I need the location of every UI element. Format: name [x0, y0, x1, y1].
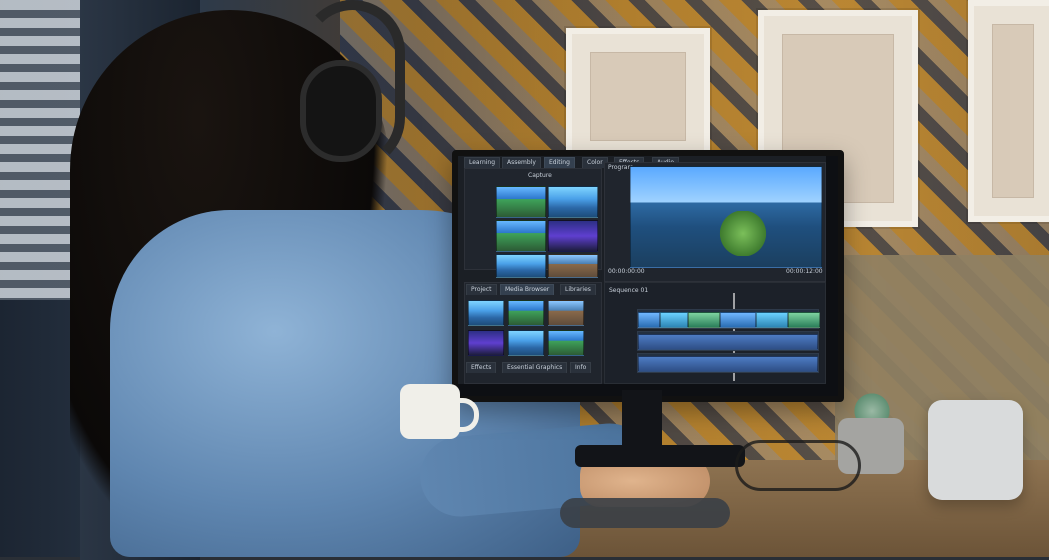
audio-track-2: [637, 353, 819, 373]
wall-frame-3: [968, 0, 1049, 222]
browser-tab-project[interactable]: Project: [466, 284, 497, 295]
browser-tab-libraries[interactable]: Libraries: [560, 284, 596, 295]
headphones-earcup: [300, 60, 382, 162]
wall-frame-1: [566, 28, 710, 165]
browser-thumbnail[interactable]: [508, 330, 544, 356]
timeline-clip[interactable]: [720, 312, 756, 328]
timeline-clip[interactable]: [756, 312, 788, 328]
window-blinds: [0, 0, 80, 300]
browser-thumbnail[interactable]: [508, 300, 544, 326]
browser-thumbnail[interactable]: [548, 300, 584, 326]
browser-thumbnail[interactable]: [468, 330, 504, 356]
top-tab-assembly[interactable]: Assembly: [502, 157, 541, 168]
editing-software-screen: Learning Assembly Editing Color Effects …: [458, 156, 826, 384]
monitor-stand-base: [575, 445, 745, 467]
palm-tree-preview: [708, 211, 778, 256]
timeline-clip[interactable]: [638, 312, 660, 328]
top-tab-learning[interactable]: Learning: [464, 157, 501, 168]
top-tab-editing[interactable]: Editing: [544, 157, 575, 168]
media-thumbnail[interactable]: [496, 220, 546, 252]
media-thumbnail[interactable]: [496, 186, 546, 218]
browser-tab-media-browser[interactable]: Media Browser: [500, 284, 555, 295]
timeline-clip[interactable]: [660, 312, 688, 328]
bottom-tab-effects[interactable]: Effects: [466, 362, 497, 373]
bottom-tab-info[interactable]: Info: [570, 362, 592, 373]
audio-clip[interactable]: [638, 334, 818, 350]
bottom-tab-essential-graphics[interactable]: Essential Graphics: [502, 362, 568, 373]
eyeglasses: [735, 440, 861, 491]
media-thumbnail[interactable]: [496, 254, 546, 278]
media-thumbnail[interactable]: [548, 254, 598, 278]
coffee-mug-handle: [450, 398, 479, 432]
timecode-left: 00:00:00:00: [608, 268, 645, 275]
media-thumbnail[interactable]: [548, 186, 598, 218]
timeline-clip[interactable]: [788, 312, 820, 328]
desk-clock: [928, 400, 1023, 500]
audio-clip[interactable]: [638, 356, 818, 372]
video-track-1: [637, 309, 820, 329]
browser-thumbnail[interactable]: [548, 330, 584, 356]
timeline-clip[interactable]: [688, 312, 720, 328]
timecode-right: 00:00:12:00: [786, 268, 823, 275]
timeline-title: Sequence 01: [609, 287, 649, 294]
project-panel-title: Capture: [528, 172, 552, 179]
media-thumbnail[interactable]: [548, 220, 598, 252]
mouse-pad: [560, 498, 730, 528]
audio-track-1: [637, 331, 819, 351]
timeline-panel: Sequence 01: [604, 282, 826, 384]
browser-thumbnail[interactable]: [468, 300, 504, 326]
